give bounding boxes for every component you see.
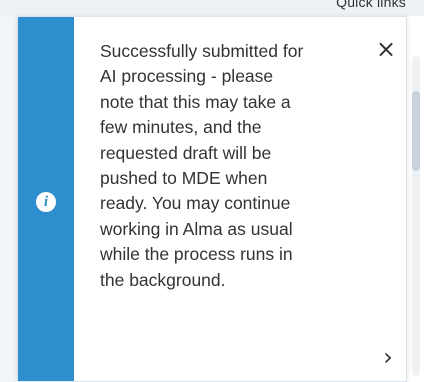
notification-toast: i Successfully submitted for AI processi… <box>17 16 407 382</box>
close-icon[interactable]: × <box>372 35 400 63</box>
notification-accent-bar: i <box>18 17 74 381</box>
quick-links-label[interactable]: Quick links <box>336 0 406 10</box>
notification-message: Successfully submitted for AI processing… <box>100 41 304 290</box>
top-bar: Quick links <box>0 0 424 16</box>
info-icon: i <box>36 192 56 212</box>
scroll-thumb[interactable] <box>412 91 420 171</box>
chevron-right-icon[interactable]: › <box>374 343 402 371</box>
screen: Quick links i Successfully submitted for… <box>0 0 424 382</box>
